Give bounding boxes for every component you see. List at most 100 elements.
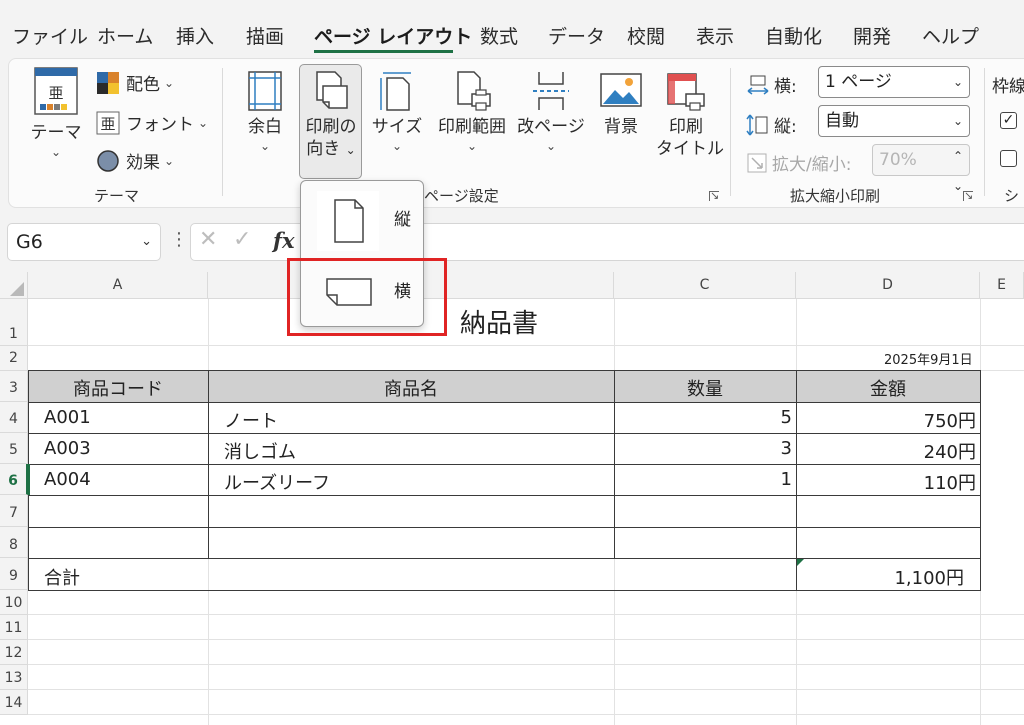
height-select[interactable]: 自動 ⌄	[818, 105, 970, 137]
cell-code[interactable]: A001	[44, 407, 91, 428]
margins-label: 余白	[248, 117, 282, 137]
width-select[interactable]: 1 ページ ⌄	[818, 66, 970, 98]
header-product-code[interactable]: 商品コード	[28, 375, 208, 401]
cell-qty[interactable]: 3	[614, 438, 792, 459]
spreadsheet-grid: A B C D E 1 2 3 4 5 6 7 8 9 10 11 12 13 …	[0, 272, 1024, 725]
tab-developer[interactable]: 開発	[853, 22, 891, 49]
print-area-button[interactable]: 印刷範囲 ⌄	[434, 70, 510, 154]
tab-view[interactable]: 表示	[696, 22, 734, 49]
orientation-icon	[316, 71, 348, 109]
col-header-c[interactable]: C	[614, 272, 796, 299]
tab-draw[interactable]: 描画	[246, 22, 284, 49]
total-amount[interactable]: 1,100円	[796, 564, 964, 590]
error-indicator-icon[interactable]	[797, 559, 804, 566]
insert-function-icon[interactable]: fx	[273, 228, 295, 253]
background-button[interactable]: 背景	[596, 70, 646, 138]
chevron-down-icon: ⌄	[50, 145, 62, 159]
effects-label: 効果	[126, 153, 160, 173]
row-header-3[interactable]: 3	[0, 371, 28, 402]
colors-button[interactable]: 配色 ⌄	[96, 70, 174, 95]
cell-amount[interactable]: 110円	[796, 469, 976, 495]
row-header-7[interactable]: 7	[0, 495, 28, 527]
size-button[interactable]: サイズ ⌄	[370, 70, 424, 154]
active-tab-indicator	[314, 50, 453, 53]
print-titles-label-line1: 印刷	[669, 117, 703, 137]
gridlines-print-checkbox[interactable]	[1000, 150, 1017, 167]
enter-check-icon[interactable]: ✓	[233, 227, 251, 252]
chevron-down-icon: ⌄	[141, 234, 152, 249]
themes-button[interactable]: 亜 テーマ ⌄	[28, 66, 84, 160]
row-header-10[interactable]: 10	[0, 590, 28, 615]
landscape-highlight-box	[287, 258, 447, 336]
row-header-9[interactable]: 9	[0, 558, 28, 590]
row-header-14[interactable]: 14	[0, 690, 28, 715]
cell-qty[interactable]: 5	[614, 407, 792, 428]
cell-name[interactable]: ノート	[224, 407, 278, 433]
name-box[interactable]: G6 ⌄	[7, 223, 161, 261]
colors-icon	[97, 71, 119, 94]
row-header-1[interactable]: 1	[0, 299, 28, 346]
cancel-icon[interactable]: ✕	[199, 227, 217, 252]
portrait-tile	[317, 191, 379, 251]
total-label[interactable]: 合計	[44, 564, 80, 590]
row-header-5[interactable]: 5	[0, 433, 28, 464]
header-product-name[interactable]: 商品名	[208, 375, 614, 401]
row-header-13[interactable]: 13	[0, 665, 28, 690]
sheet-title[interactable]: 納品書	[460, 303, 538, 340]
cell-amount[interactable]: 750円	[796, 407, 976, 433]
tab-help[interactable]: ヘルプ	[922, 22, 979, 49]
scale-dialog-launcher-icon[interactable]	[962, 190, 974, 202]
row-header-6[interactable]: 6	[0, 464, 28, 495]
select-all-corner[interactable]	[0, 272, 28, 299]
orientation-button[interactable]: 印刷の 向き ⌄	[302, 70, 360, 161]
background-label: 背景	[604, 117, 638, 137]
fonts-button[interactable]: 亜 フォント ⌄	[96, 110, 208, 135]
cell-name[interactable]: ルーズリーフ	[224, 469, 330, 495]
tab-formulas[interactable]: 数式	[480, 22, 518, 49]
print-titles-icon	[667, 73, 705, 111]
effects-button[interactable]: 効果 ⌄	[96, 148, 174, 173]
cell-qty[interactable]: 1	[614, 469, 792, 490]
sheet-options-group-label: シ	[1004, 187, 1020, 205]
scale-icon	[747, 153, 767, 172]
group-separator	[730, 68, 731, 196]
chevron-down-icon: ⌄	[391, 139, 403, 153]
tab-data[interactable]: データ	[548, 22, 605, 49]
tab-review[interactable]: 校閲	[627, 22, 665, 49]
height-setting: 縦:	[746, 112, 797, 137]
row-header-8[interactable]: 8	[0, 527, 28, 558]
col-header-e[interactable]: E	[980, 272, 1024, 299]
tab-file[interactable]: ファイル	[12, 22, 88, 49]
cell-name[interactable]: 消しゴム	[224, 438, 296, 464]
fonts-label: フォント	[126, 115, 194, 135]
row-header-2[interactable]: 2	[0, 346, 28, 371]
breaks-button[interactable]: 改ページ ⌄	[516, 70, 586, 154]
gridlines-view-checkbox[interactable]: ✓	[1000, 112, 1017, 129]
col-header-d[interactable]: D	[796, 272, 980, 299]
tab-automate[interactable]: 自動化	[765, 22, 822, 49]
col-header-a[interactable]: A	[28, 272, 208, 299]
cell-amount[interactable]: 240円	[796, 438, 976, 464]
orientation-portrait-item[interactable]: 縦	[301, 185, 423, 251]
page-setup-dialog-launcher-icon[interactable]	[708, 190, 720, 202]
cell-code[interactable]: A004	[44, 469, 91, 490]
margins-icon	[248, 71, 282, 111]
row-header-11[interactable]: 11	[0, 615, 28, 640]
cell-code[interactable]: A003	[44, 438, 91, 459]
scale-spinner: 70% ⌃ ⌄	[872, 144, 970, 193]
more-options-icon[interactable]: ⋮	[170, 229, 188, 250]
corner-triangle-icon	[10, 282, 24, 296]
header-amount[interactable]: 金額	[796, 375, 980, 401]
height-label: 縦:	[774, 117, 797, 137]
header-quantity[interactable]: 数量	[614, 375, 796, 401]
delivery-date[interactable]: 2025年9月1日	[884, 349, 973, 368]
tab-home[interactable]: ホーム	[97, 22, 153, 49]
print-titles-button[interactable]: 印刷 タイトル	[656, 70, 724, 160]
chevron-down-icon: ⌄	[164, 153, 175, 168]
tab-insert[interactable]: 挿入	[176, 22, 214, 49]
gridline	[28, 639, 1024, 640]
margins-button[interactable]: 余白 ⌄	[240, 70, 290, 154]
tab-page-layout[interactable]: ページ レイアウト	[314, 22, 472, 49]
row-header-4[interactable]: 4	[0, 402, 28, 433]
row-header-12[interactable]: 12	[0, 640, 28, 665]
